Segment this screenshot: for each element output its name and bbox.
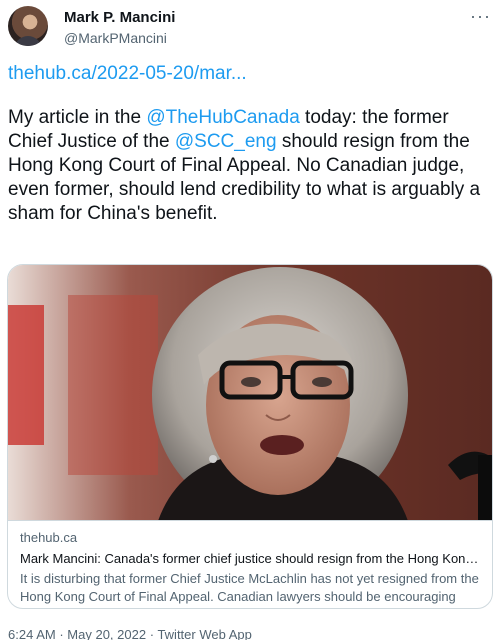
meta-separator: · [59, 627, 64, 640]
article-link[interactable]: thehub.ca/2022-05-20/mar... [8, 62, 247, 86]
meta-separator: · [149, 627, 155, 640]
tweet-date[interactable]: May 20, 2022 [67, 627, 146, 640]
user-info: Mark P. Mancini @MarkPMancini [64, 8, 175, 47]
more-icon[interactable]: ··· [470, 6, 491, 27]
card-meta: thehub.ca Mark Mancini: Canada's former … [20, 529, 482, 606]
card-description: It is disturbing that former Chief Justi… [20, 571, 479, 604]
mention-scc-eng[interactable]: @SCC_eng [175, 131, 277, 152]
tweet: Mark P. Mancini @MarkPMancini ··· thehub… [0, 0, 501, 640]
card-image [8, 265, 492, 521]
tweet-header: Mark P. Mancini @MarkPMancini ··· [8, 6, 491, 50]
card-photo [8, 265, 492, 520]
tweet-source[interactable]: Twitter Web App [157, 627, 251, 640]
card-domain: thehub.ca [20, 530, 78, 545]
avatar[interactable] [8, 6, 48, 46]
tweet-text: My article in the @TheHubCanada today: t… [8, 106, 494, 226]
link-preview-card[interactable]: thehub.ca Mark Mancini: Canada's former … [7, 264, 493, 609]
tweet-time[interactable]: 6:24 AM [8, 627, 56, 640]
tweet-meta: 6:24 AM · May 20, 2022 · Twitter Web App [8, 627, 252, 640]
mention-thehubcanada[interactable]: @TheHubCanada [146, 107, 299, 128]
avatar-shoulder [14, 36, 42, 46]
user-handle[interactable]: @MarkPMancini [64, 29, 175, 47]
display-name[interactable]: Mark P. Mancini [64, 8, 175, 27]
tweet-text-part: My article in the [8, 107, 147, 128]
card-title: Mark Mancini: Canada's former chief just… [20, 551, 482, 566]
